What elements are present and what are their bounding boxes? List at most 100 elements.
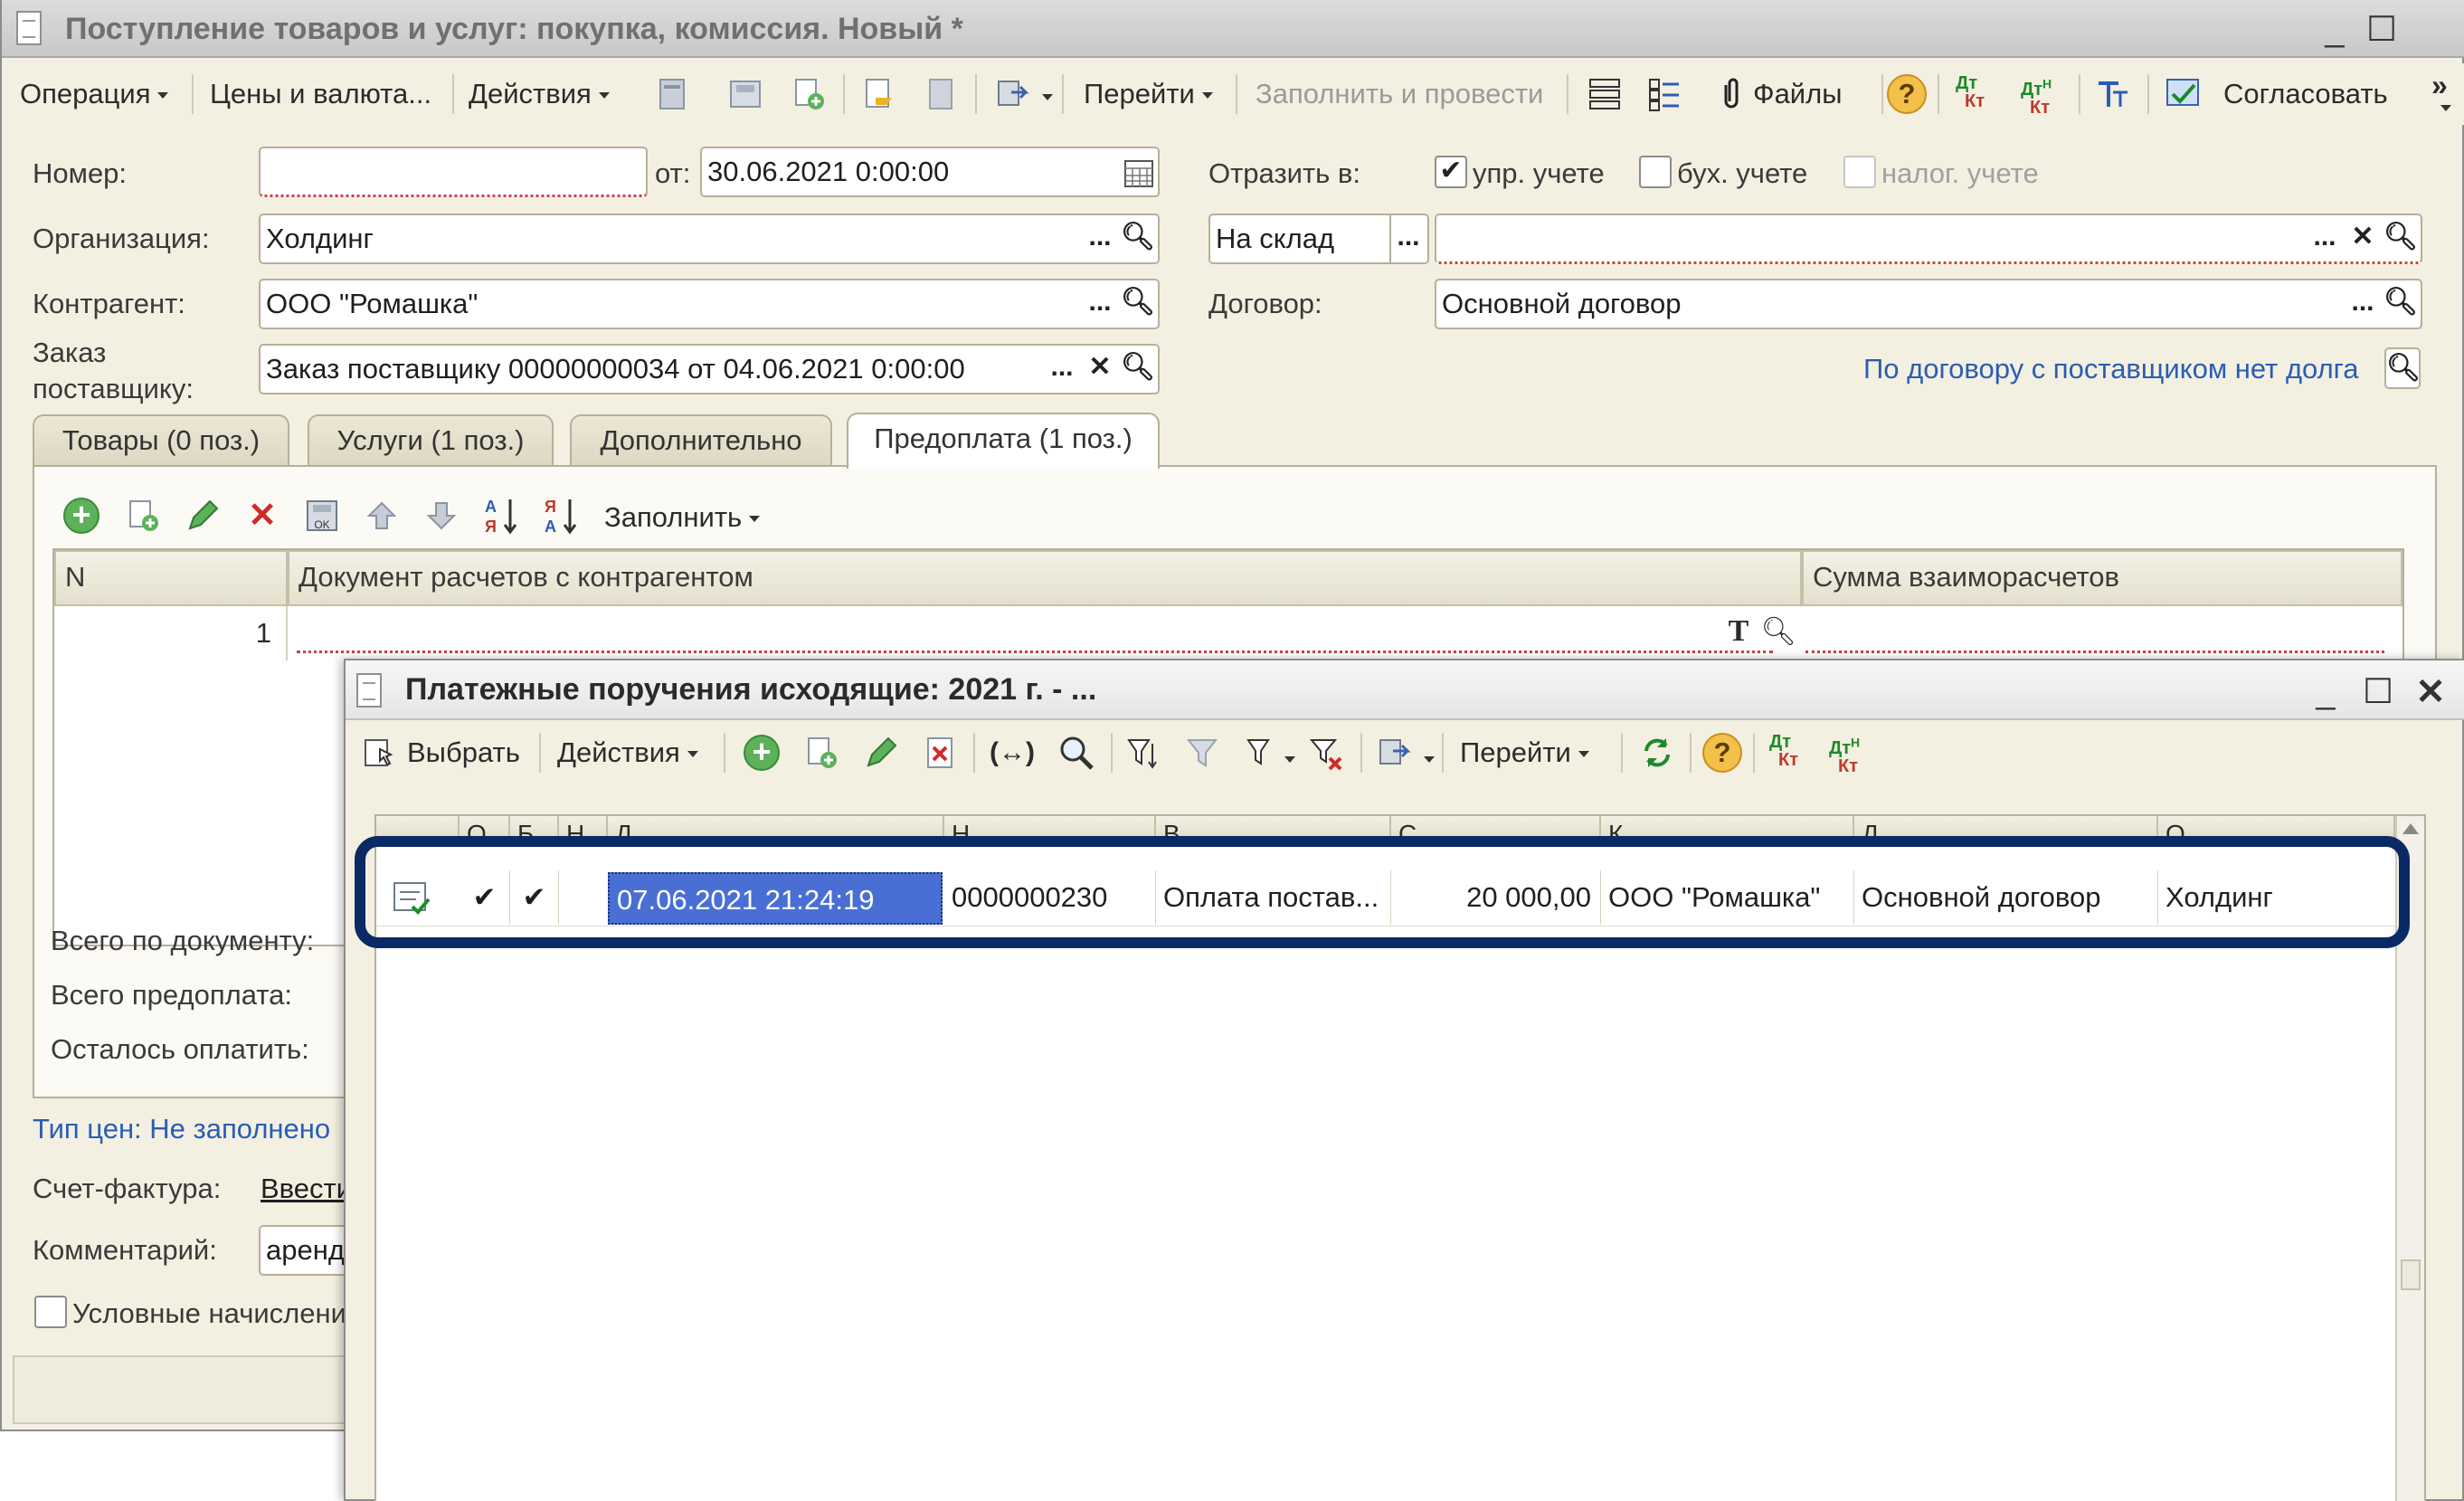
book-accounting-checkbox[interactable]: [1639, 156, 1672, 188]
table-row[interactable]: 1 T 🔍︎: [54, 606, 2402, 660]
list-header-number[interactable]: Н: [944, 816, 1156, 838]
grid-header-document[interactable]: Документ расчетов с контрагентом: [288, 550, 1802, 606]
grid-header-amount[interactable]: Сумма взаиморасчетов: [1802, 550, 2402, 606]
contract-select-button[interactable]: ...: [2345, 280, 2381, 328]
list-settings-icon[interactable]: [1646, 76, 1682, 112]
copy-icon[interactable]: [803, 735, 839, 771]
counterparty-field[interactable]: ООО "Ромашка" ... 🔍︎: [259, 279, 1160, 329]
move-up-icon[interactable]: [364, 498, 400, 534]
search-icon[interactable]: 🔍︎: [1120, 280, 1156, 328]
list-header-tax[interactable]: Н: [559, 816, 608, 838]
minimize-icon[interactable]: _: [2314, 9, 2355, 51]
search-icon[interactable]: 🔍︎: [2383, 280, 2419, 328]
add-row-icon[interactable]: +: [63, 498, 100, 534]
help-icon[interactable]: ?: [1887, 74, 1927, 114]
invoice-link[interactable]: Ввести: [261, 1171, 352, 1207]
mark-delete-icon[interactable]: [923, 735, 959, 771]
approve-icon[interactable]: [2164, 74, 2200, 110]
search-icon[interactable]: [1057, 733, 1094, 770]
chevron-down-icon[interactable]: [2440, 105, 2451, 111]
list-header-icon-column[interactable]: [376, 816, 460, 838]
warehouse-detail-select-button[interactable]: ...: [2307, 215, 2343, 261]
create-based-on-icon[interactable]: [995, 76, 1031, 112]
list-header-counterparty[interactable]: К: [1601, 816, 1854, 838]
clear-filter-icon[interactable]: [1308, 735, 1344, 771]
child-goto-menu-button[interactable]: Перейти: [1460, 731, 1589, 774]
approve-button[interactable]: Согласовать: [2223, 72, 2388, 116]
scroll-thumb[interactable]: [2401, 1259, 2421, 1290]
warehouse-detail-field[interactable]: ... ✕ 🔍︎: [1435, 214, 2422, 264]
add-icon[interactable]: +: [744, 735, 780, 771]
mgmt-accounting-checkbox[interactable]: ✔: [1435, 156, 1467, 188]
debit-credit-tax-icon[interactable]: ДтН Кт: [1829, 733, 1865, 775]
edit-icon[interactable]: [863, 735, 899, 771]
main-window-titlebar[interactable]: Поступление товаров и услуг: покупка, ко…: [2, 0, 2464, 58]
tax-accounting-checkbox[interactable]: [1843, 156, 1876, 188]
copy-add-icon[interactable]: [791, 76, 827, 112]
grid-cell-amount[interactable]: [1805, 606, 2384, 653]
filter-history-icon[interactable]: [1245, 735, 1281, 771]
tab-prepayment[interactable]: Предоплата (1 поз.): [847, 413, 1160, 469]
tab-goods[interactable]: Товары (0 поз.): [33, 414, 289, 467]
goto-menu-button[interactable]: Перейти: [1084, 72, 1213, 116]
search-icon[interactable]: 🔍︎: [2384, 347, 2421, 389]
debit-credit-icon[interactable]: Дт Кт: [1769, 733, 1805, 769]
grid-header-n[interactable]: N: [54, 550, 288, 606]
sort-ascending-icon[interactable]: АЯ: [483, 494, 519, 536]
structure-icon[interactable]: [1587, 76, 1623, 112]
prices-currency-button[interactable]: Цены и валюта...: [210, 72, 431, 116]
organization-field[interactable]: Холдинг ... 🔍︎: [259, 214, 1160, 264]
move-down-icon[interactable]: [423, 498, 460, 534]
grid-cell-document[interactable]: [297, 606, 1773, 653]
files-button[interactable]: Файлы: [1753, 72, 1843, 116]
save-icon[interactable]: [727, 76, 763, 112]
toolbar-more-button[interactable]: »: [2431, 63, 2448, 107]
filter-settings-icon[interactable]: [1125, 735, 1161, 771]
document-grey-icon[interactable]: [923, 76, 959, 112]
organization-select-button[interactable]: ...: [1082, 215, 1118, 262]
chevron-down-icon[interactable]: [1284, 756, 1295, 763]
payment-orders-titlebar[interactable]: Платежные поручения исходящие: 2021 г. -…: [346, 660, 2464, 720]
refresh-icon[interactable]: [1639, 735, 1675, 771]
search-icon[interactable]: 🔍︎: [1120, 346, 1156, 393]
tab-additional[interactable]: Дополнительно: [570, 414, 832, 467]
supplier-order-select-button[interactable]: ...: [1044, 346, 1080, 393]
paperclip-icon[interactable]: [1713, 76, 1749, 112]
maximize-icon[interactable]: ☐: [2357, 671, 2399, 713]
document-yellow-icon[interactable]: [861, 76, 897, 112]
help-icon[interactable]: ?: [1702, 733, 1742, 773]
list-header-contract[interactable]: Д: [1854, 816, 2158, 838]
edit-row-icon[interactable]: [185, 498, 221, 534]
end-edit-icon[interactable]: OK: [304, 498, 340, 534]
fill-and-post-button[interactable]: Заполнить и провести: [1256, 72, 1543, 116]
create-based-on-icon[interactable]: [1377, 735, 1413, 771]
list-header-accounting[interactable]: Б: [510, 816, 559, 838]
debit-credit-tax-icon[interactable]: ДтН Кт: [2021, 74, 2057, 117]
list-header-organization[interactable]: О: [2158, 816, 2395, 838]
chevron-down-icon[interactable]: [1042, 94, 1053, 100]
clear-icon[interactable]: ✕: [2345, 215, 2381, 261]
number-field[interactable]: [259, 147, 648, 197]
close-icon[interactable]: ✕: [2410, 671, 2451, 713]
no-debt-link[interactable]: По договору с поставщиком нет долга: [1863, 351, 2359, 387]
tab-services[interactable]: Услуги (1 поз.): [308, 414, 554, 467]
supplier-order-field[interactable]: Заказ поставщику 00000000034 от 04.06.20…: [259, 344, 1160, 394]
date-field[interactable]: 30.06.2021 0:00:00: [700, 147, 1160, 197]
clear-icon[interactable]: ✕: [1082, 346, 1118, 393]
maximize-icon[interactable]: ☐: [2361, 9, 2402, 51]
interval-icon[interactable]: (↔): [990, 735, 1035, 771]
warehouse-select-button[interactable]: ...: [1389, 215, 1426, 262]
list-header-amount[interactable]: С: [1391, 816, 1601, 838]
chevron-down-icon[interactable]: [1424, 756, 1435, 763]
search-icon[interactable]: 🔍︎: [1120, 215, 1156, 262]
list-header-date[interactable]: Д: [608, 816, 944, 838]
price-type-link[interactable]: Тип цен: Не заполнено: [33, 1111, 330, 1147]
list-header-posted[interactable]: О: [460, 816, 510, 838]
conditional-charges-checkbox[interactable]: [34, 1296, 67, 1328]
counterparty-select-button[interactable]: ...: [1082, 280, 1118, 328]
child-actions-menu-button[interactable]: Действия: [557, 731, 698, 774]
select-button[interactable]: Выбрать: [407, 731, 520, 774]
filter-by-value-icon[interactable]: [1185, 735, 1221, 771]
delete-row-icon[interactable]: ✕: [244, 498, 280, 534]
post-document-icon[interactable]: [655, 76, 691, 112]
